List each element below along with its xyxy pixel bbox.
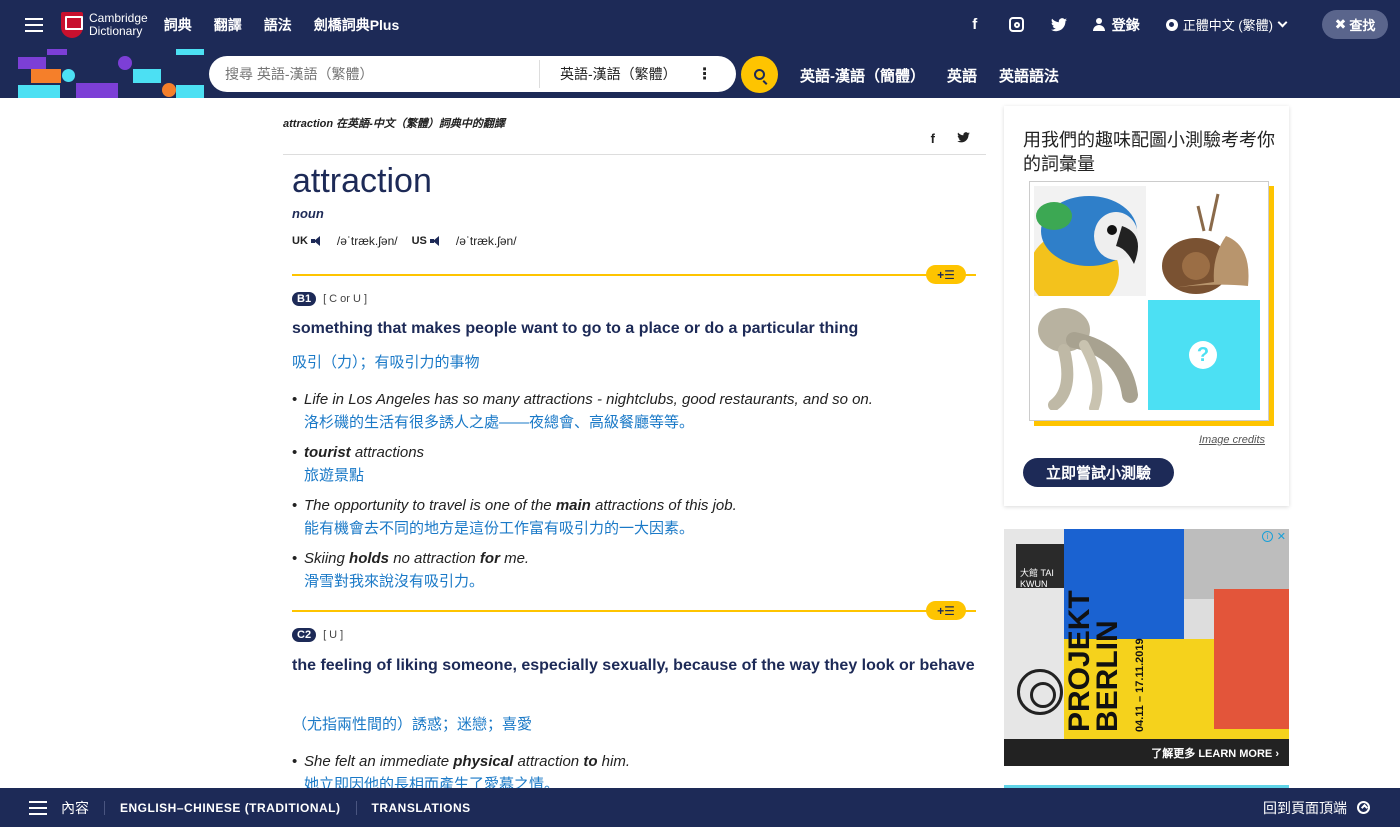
back-to-top-link[interactable]: 回到頁面頂端 (1263, 798, 1347, 818)
link-english[interactable]: 英語 (947, 65, 977, 86)
ad-emblem (1017, 669, 1063, 715)
instagram-icon[interactable] (1009, 17, 1025, 33)
example: tourist attractions 旅遊景點 (292, 444, 976, 485)
vocabulary-quiz-card: 用我們的趣味配圖小測驗考考你的詞彙量 ? Image credits 立即嘗試小… (1004, 106, 1289, 506)
link-english-grammar[interactable]: 英語語法 (999, 65, 1059, 86)
example: Life in Los Angeles has so many attracti… (292, 391, 976, 432)
uk-label: UK (292, 235, 308, 247)
globe-icon (1165, 18, 1178, 31)
close-icon: ✖ (1334, 16, 1347, 32)
search-toggle-label: 查找 (1349, 18, 1376, 33)
search-toggle-button[interactable]: ✖ 查找 (1322, 10, 1388, 39)
nav-translate[interactable]: 翻譯 (214, 15, 242, 35)
us-label: US (411, 235, 427, 247)
login-link[interactable]: 登錄 (1092, 15, 1140, 35)
shield-icon (61, 11, 83, 38)
contents-menu-icon[interactable] (29, 800, 47, 815)
mystery-image: ? (1148, 300, 1260, 410)
menu-icon[interactable] (25, 17, 43, 32)
part-of-speech: noun (292, 206, 324, 221)
entry-breadcrumb: attraction 在英語-中文（繁體）詞典中的翻譯 (283, 118, 505, 130)
add-to-wordlist-button[interactable]: +☰ (926, 265, 966, 284)
nav-dictionary[interactable]: 詞典 (164, 15, 192, 35)
headword: attraction (292, 162, 432, 200)
language-selector[interactable]: 正體中文 (繁體) (1165, 15, 1288, 34)
uk-ipa: /əˈtræk.ʃən/ (336, 234, 398, 248)
dictionary-links: 英語-漢語（簡體） 英語 英語語法 (800, 65, 1081, 86)
sense-level: C2 [ U ] (292, 628, 343, 642)
more-options-icon[interactable]: ⋮ (697, 64, 713, 84)
main-nav: 詞典 翻譯 語法 劍橋詞典Plus (164, 15, 422, 35)
ad-learn-more-button[interactable]: 了解更多 LEARN MORE › (1004, 739, 1289, 766)
image-credits-link[interactable]: Image credits (1199, 434, 1265, 446)
sense-divider: +☰ (292, 265, 976, 284)
us-audio-icon[interactable] (429, 236, 442, 246)
level-badge: C2 (292, 628, 317, 642)
snail-image (1148, 186, 1260, 296)
cambridge-logo[interactable]: Cambridge Dictionary (61, 10, 148, 38)
twitter-icon[interactable] (1050, 17, 1067, 33)
us-ipa: /əˈtræk.ʃən/ (455, 234, 517, 248)
example: Skiing holds no attraction for me. 滑雪對我來… (292, 550, 976, 591)
quiz-title: 用我們的趣味配圖小測驗考考你的詞彙量 (1023, 130, 1275, 174)
sense-divider: +☰ (292, 601, 976, 620)
definition: the feeling of liking someone, especiall… (292, 657, 975, 674)
nav-plus[interactable]: 劍橋詞典Plus (314, 15, 400, 35)
dictionary-select[interactable]: 英語-漢語（繁體） (560, 64, 677, 84)
search-button[interactable] (741, 56, 778, 93)
question-icon: ? (1189, 341, 1217, 369)
grammar-code: [ C or U ] (323, 293, 368, 305)
logo-line2: Dictionary (89, 23, 143, 38)
footer-link-english-chinese[interactable]: ENGLISH–CHINESE (TRADITIONAL) (104, 800, 356, 815)
language-label: 正體中文 (繁體) (1182, 18, 1273, 33)
grammar-code: [ U ] (323, 629, 344, 641)
quiz-image-grid[interactable]: ? (1029, 181, 1269, 421)
footer-link-translations[interactable]: TRANSLATIONS (355, 800, 486, 815)
definition-translation: （尤指兩性間的）誘惑；迷戀；喜愛 (292, 716, 533, 733)
nav-grammar[interactable]: 語法 (264, 15, 292, 35)
parrot-image (1034, 186, 1146, 296)
start-quiz-button[interactable]: 立即嘗試小測驗 (1023, 458, 1174, 487)
link-english-chinese-simplified[interactable]: 英語-漢語（簡體） (800, 65, 925, 86)
pronunciation: UK /əˈtræk.ʃən/ US /əˈtræk.ʃən/ (292, 234, 531, 248)
logo-line1: Cambridge (89, 10, 148, 25)
top-navbar: Cambridge Dictionary 詞典 翻譯 語法 劍橋詞典Plus f… (0, 0, 1400, 49)
search-bar: 英語-漢語（繁體） ⋮ 英語-漢語（簡體） 英語 英語語法 (0, 49, 1400, 98)
user-icon (1092, 18, 1105, 31)
definition-translation: 吸引（力）；有吸引力的事物 (292, 354, 480, 371)
login-label: 登錄 (1111, 16, 1140, 33)
decorative-shapes (0, 49, 205, 98)
definition: something that makes people want to go t… (292, 320, 859, 337)
ad-logo: 大館 TAI KWUN (1016, 544, 1066, 589)
uk-audio-icon[interactable] (310, 236, 323, 246)
search-input[interactable] (225, 66, 525, 82)
chevron-down-icon (1277, 17, 1288, 28)
add-to-wordlist-button[interactable]: +☰ (926, 601, 966, 620)
facebook-icon[interactable]: f (967, 16, 983, 33)
share-twitter-icon[interactable] (957, 131, 970, 146)
search-box: 英語-漢語（繁體） ⋮ (209, 56, 736, 92)
arrow-up-icon[interactable] (1357, 801, 1370, 814)
octopus-image (1034, 300, 1146, 413)
ad-info-icon[interactable]: i (1262, 531, 1273, 542)
contents-button[interactable]: 內容 (61, 798, 104, 818)
share-buttons: f (909, 131, 970, 146)
sense-level: B1 [ C or U ] (292, 292, 367, 306)
ad-close-icon[interactable]: ✕ (1277, 530, 1286, 543)
ad-dates: 04.11 – 17.11.2019 (1134, 638, 1146, 732)
share-facebook-icon[interactable]: f (931, 131, 935, 146)
example: The opportunity to travel is one of the … (292, 497, 976, 538)
bottom-bar: 內容 ENGLISH–CHINESE (TRADITIONAL) TRANSLA… (0, 788, 1400, 827)
level-badge: B1 (292, 292, 317, 306)
ad-title: PROJEKT BERLIN (1063, 590, 1124, 732)
search-icon (754, 69, 765, 80)
advertisement[interactable]: 大館 TAI KWUN PROJEKT BERLIN 04.11 – 17.11… (1004, 529, 1289, 766)
